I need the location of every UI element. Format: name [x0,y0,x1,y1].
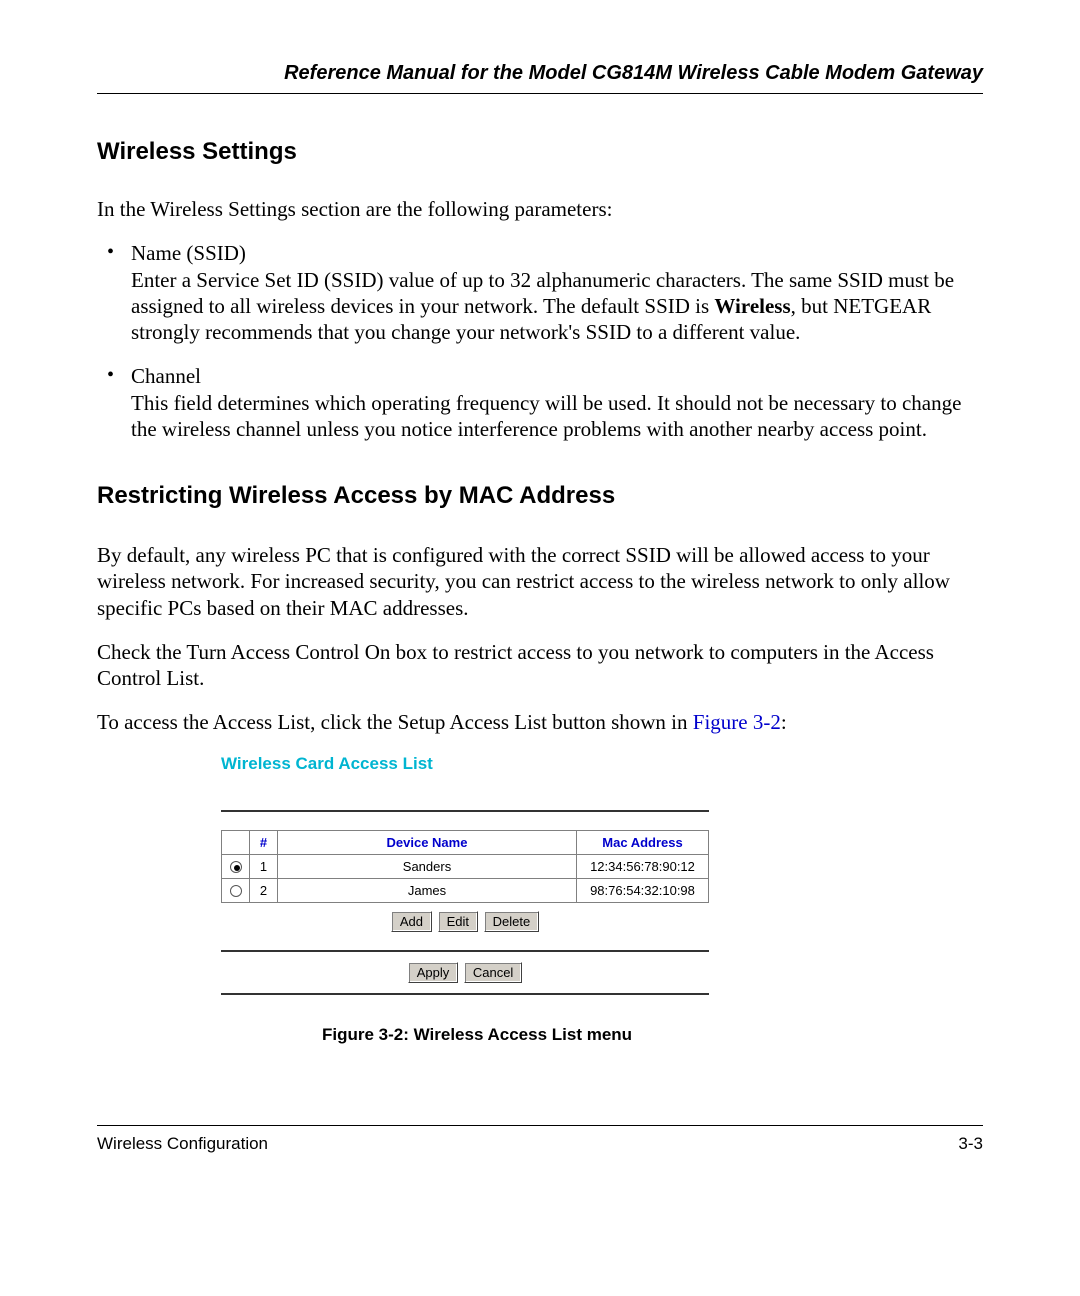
paragraph: By default, any wireless PC that is conf… [97,542,983,621]
radio-icon[interactable] [230,885,242,897]
radio-icon[interactable] [230,861,242,873]
row-device-name: Sanders [278,854,577,878]
table-row[interactable]: 1 Sanders 12:34:56:78:90:12 [222,854,709,878]
figure-caption: Figure 3-2: Wireless Access List menu [322,1025,983,1045]
col-name-header: Device Name [278,830,577,854]
parameter-list: Name (SSID) Enter a Service Set ID (SSID… [107,240,983,442]
apply-button[interactable]: Apply [408,962,459,983]
page-footer: Wireless Configuration 3-3 [97,1125,983,1155]
screenshot-title: Wireless Card Access List [221,754,709,774]
button-row-1: Add Edit Delete [221,911,709,932]
access-list-table: # Device Name Mac Address 1 Sanders 12:3… [221,830,709,903]
figure-3-2: Wireless Card Access List # Device Name … [97,754,983,1045]
footer-left: Wireless Configuration [97,1134,268,1154]
p3-pre: To access the Access List, click the Set… [97,710,693,734]
button-row-2: Apply Cancel [221,962,709,983]
divider [221,950,709,952]
p3-post: : [781,710,787,734]
add-button[interactable]: Add [391,911,432,932]
paragraph: Check the Turn Access Control On box to … [97,639,983,692]
cancel-button[interactable]: Cancel [464,962,522,983]
table-row[interactable]: 2 James 98:76:54:32:10:98 [222,878,709,902]
row-mac-address: 12:34:56:78:90:12 [577,854,709,878]
access-list-screenshot: Wireless Card Access List # Device Name … [221,754,709,995]
param-title: Channel [131,363,983,389]
intro-paragraph: In the Wireless Settings section are the… [97,196,983,222]
heading-mac-restrict: Restricting Wireless Access by MAC Addre… [97,482,983,510]
param-body: This field determines which operating fr… [131,391,961,441]
col-num-header: # [250,830,278,854]
param-item-channel: Channel This field determines which oper… [107,363,983,442]
page-header: Reference Manual for the Model CG814M Wi… [97,62,983,94]
footer-right: 3-3 [958,1134,983,1154]
row-num: 2 [250,878,278,902]
col-mac-header: Mac Address [577,830,709,854]
row-num: 1 [250,854,278,878]
row-device-name: James [278,878,577,902]
paragraph: To access the Access List, click the Set… [97,709,983,735]
footer-divider [97,1125,983,1127]
param-body-bold: Wireless [714,294,790,318]
param-title: Name (SSID) [131,240,983,266]
divider [221,810,709,812]
heading-wireless-settings: Wireless Settings [97,138,983,166]
edit-button[interactable]: Edit [438,911,478,932]
row-mac-address: 98:76:54:32:10:98 [577,878,709,902]
delete-button[interactable]: Delete [484,911,540,932]
param-item-ssid: Name (SSID) Enter a Service Set ID (SSID… [107,240,983,345]
col-select-header [222,830,250,854]
figure-reference-link[interactable]: Figure 3-2 [693,710,781,734]
